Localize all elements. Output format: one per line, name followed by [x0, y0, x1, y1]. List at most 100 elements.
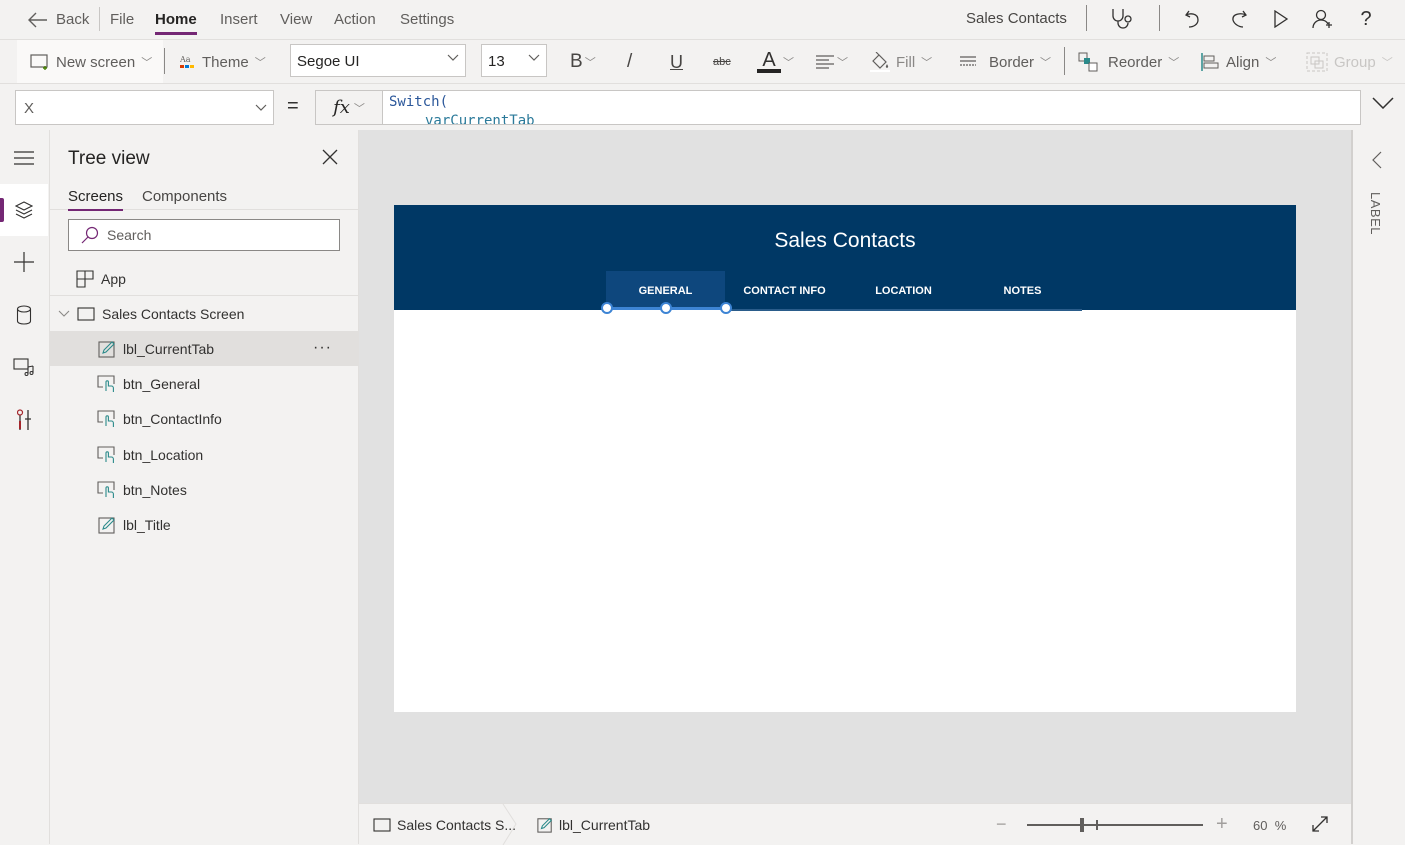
expand-formula-icon[interactable]	[1372, 97, 1394, 109]
property-value: X	[24, 100, 35, 117]
menu-file[interactable]: File	[110, 11, 134, 28]
text-align-button[interactable]: ﹀	[815, 50, 848, 74]
resize-handle[interactable]	[601, 302, 613, 314]
tree-item-label: App	[101, 270, 126, 287]
font-color-icon: A	[757, 50, 781, 73]
zoom-slider-thumb[interactable]	[1080, 818, 1084, 832]
formula-line: varCurrentTab	[425, 113, 535, 125]
back-button[interactable]: Back	[28, 11, 89, 28]
advanced-tools-icon[interactable]	[0, 394, 48, 446]
font-color-button[interactable]: A ﹀	[757, 50, 794, 74]
tree-item-control[interactable]: btn_ContactInfo	[50, 401, 358, 436]
app-header: Sales Contacts GENERAL CONTACT INFO LOCA…	[394, 205, 1296, 311]
tab-underline	[725, 309, 1082, 311]
menu-action[interactable]: Action	[334, 11, 376, 28]
design-canvas[interactable]: Sales Contacts GENERAL CONTACT INFO LOCA…	[359, 130, 1351, 803]
divider	[164, 48, 165, 74]
close-icon[interactable]	[322, 149, 338, 165]
align-objects-icon	[1200, 53, 1220, 71]
tree-item-control[interactable]: lbl_CurrentTab ···	[50, 331, 358, 366]
panel-title: Tree view	[68, 148, 150, 169]
tree-item-control[interactable]: btn_General	[50, 366, 358, 401]
search-input[interactable]: Search	[68, 219, 340, 251]
media-icon[interactable]	[0, 341, 48, 393]
tree-item-control[interactable]: btn_Location	[50, 437, 358, 472]
button-control-icon	[97, 480, 117, 500]
group-icon	[1306, 52, 1328, 72]
reorder-button[interactable]: Reorder ﹀	[1078, 50, 1179, 74]
theme-button[interactable]: Aa Theme ﹀	[180, 50, 266, 74]
chevron-down-icon: ﹀	[1040, 57, 1052, 69]
play-icon[interactable]	[1268, 6, 1294, 32]
tree-item-control[interactable]: btn_Notes	[50, 472, 358, 507]
align-button[interactable]: Align ﹀	[1200, 50, 1276, 74]
font-size-select[interactable]: 13	[481, 44, 547, 77]
menu-settings[interactable]: Settings	[400, 11, 454, 28]
chevron-down-icon: ﹀	[254, 57, 266, 69]
chevron-down-icon: ﹀	[353, 102, 365, 115]
new-screen-button[interactable]: New screen ﹀	[30, 50, 152, 74]
app-title-label[interactable]: Sales Contacts	[394, 229, 1296, 253]
data-cylinder-icon[interactable]	[0, 289, 48, 341]
tab-screens[interactable]: Screens	[68, 188, 124, 211]
back-arrow-icon	[28, 12, 48, 28]
tab-button-notes[interactable]: NOTES	[963, 271, 1082, 310]
help-icon[interactable]: ?	[1353, 6, 1379, 32]
zoom-unit: %	[1274, 818, 1287, 833]
bold-button[interactable]: B ﹀	[570, 50, 596, 74]
italic-button[interactable]: /	[627, 50, 632, 74]
menu-home[interactable]: Home	[155, 11, 197, 35]
divider	[1064, 47, 1065, 75]
tree-view-layers-icon[interactable]	[0, 184, 48, 236]
font-family-select[interactable]: Segoe UI	[290, 44, 466, 77]
insert-plus-icon[interactable]	[0, 236, 48, 288]
breadcrumb-screen[interactable]: Sales Contacts S...	[373, 817, 516, 833]
undo-icon[interactable]	[1181, 6, 1207, 32]
ribbon-toolbar: New screen ﹀ Aa Theme ﹀ Segoe UI 13 B ﹀ …	[0, 40, 1405, 84]
tree-item-control[interactable]: lbl_Title	[50, 507, 358, 542]
chevron-down-icon	[255, 104, 267, 112]
fx-button[interactable]: fx ﹀	[315, 90, 383, 125]
resize-handle[interactable]	[720, 302, 732, 314]
property-select[interactable]: X	[15, 90, 274, 125]
tree-item-screen[interactable]: Sales Contacts Screen	[50, 296, 358, 331]
chevron-left-icon[interactable]	[1372, 151, 1382, 169]
fill-button[interactable]: Fill ﹀	[870, 50, 932, 74]
tab-button-location[interactable]: LOCATION	[844, 271, 963, 310]
resize-handle[interactable]	[660, 302, 672, 314]
redo-icon[interactable]	[1225, 6, 1251, 32]
group-button[interactable]: Group ﹀	[1306, 50, 1393, 74]
fit-to-window-icon[interactable]	[1311, 815, 1329, 833]
hamburger-menu-icon[interactable]	[0, 132, 48, 184]
search-icon	[81, 226, 99, 244]
zoom-out-button[interactable]: −	[996, 814, 1007, 835]
strikethrough-icon: abc	[713, 56, 731, 68]
back-label: Back	[56, 11, 90, 28]
strikethrough-button[interactable]: abc	[713, 50, 731, 74]
app-checker-icon[interactable]	[1109, 6, 1135, 32]
status-bar: Sales Contacts S... lbl_CurrentTab − + 6…	[359, 803, 1351, 845]
border-button[interactable]: Border ﹀	[959, 50, 1051, 74]
chevron-down-icon[interactable]	[58, 310, 72, 318]
theme-label: Theme	[202, 53, 249, 71]
zoom-in-button[interactable]: +	[1216, 813, 1228, 836]
tab-button-contact-info[interactable]: CONTACT INFO	[725, 271, 844, 310]
reorder-icon	[1078, 52, 1098, 72]
tab-components[interactable]: Components	[142, 188, 227, 205]
tree-item-label: btn_General	[123, 375, 201, 392]
app-screen-preview[interactable]: Sales Contacts GENERAL CONTACT INFO LOCA…	[394, 205, 1296, 712]
tree-item-label: Sales Contacts Screen	[102, 305, 245, 322]
menu-insert[interactable]: Insert	[220, 11, 258, 28]
label-edit-icon	[537, 817, 553, 833]
menu-view[interactable]: View	[280, 11, 312, 28]
more-options-icon[interactable]: ···	[313, 339, 332, 357]
font-family-value: Segoe UI	[297, 53, 360, 70]
tree-item-app[interactable]: App	[50, 261, 358, 296]
selected-control-type-label[interactable]: LABEL	[1368, 192, 1383, 235]
formula-input[interactable]: Switch( varCurrentTab	[382, 90, 1361, 125]
underline-button[interactable]: U	[670, 50, 683, 74]
tree-view-panel: Tree view Screens Components Search App …	[50, 130, 359, 844]
breadcrumb-control[interactable]: lbl_CurrentTab	[537, 817, 650, 833]
share-user-icon[interactable]	[1310, 6, 1336, 32]
zoom-slider[interactable]	[1027, 818, 1203, 832]
